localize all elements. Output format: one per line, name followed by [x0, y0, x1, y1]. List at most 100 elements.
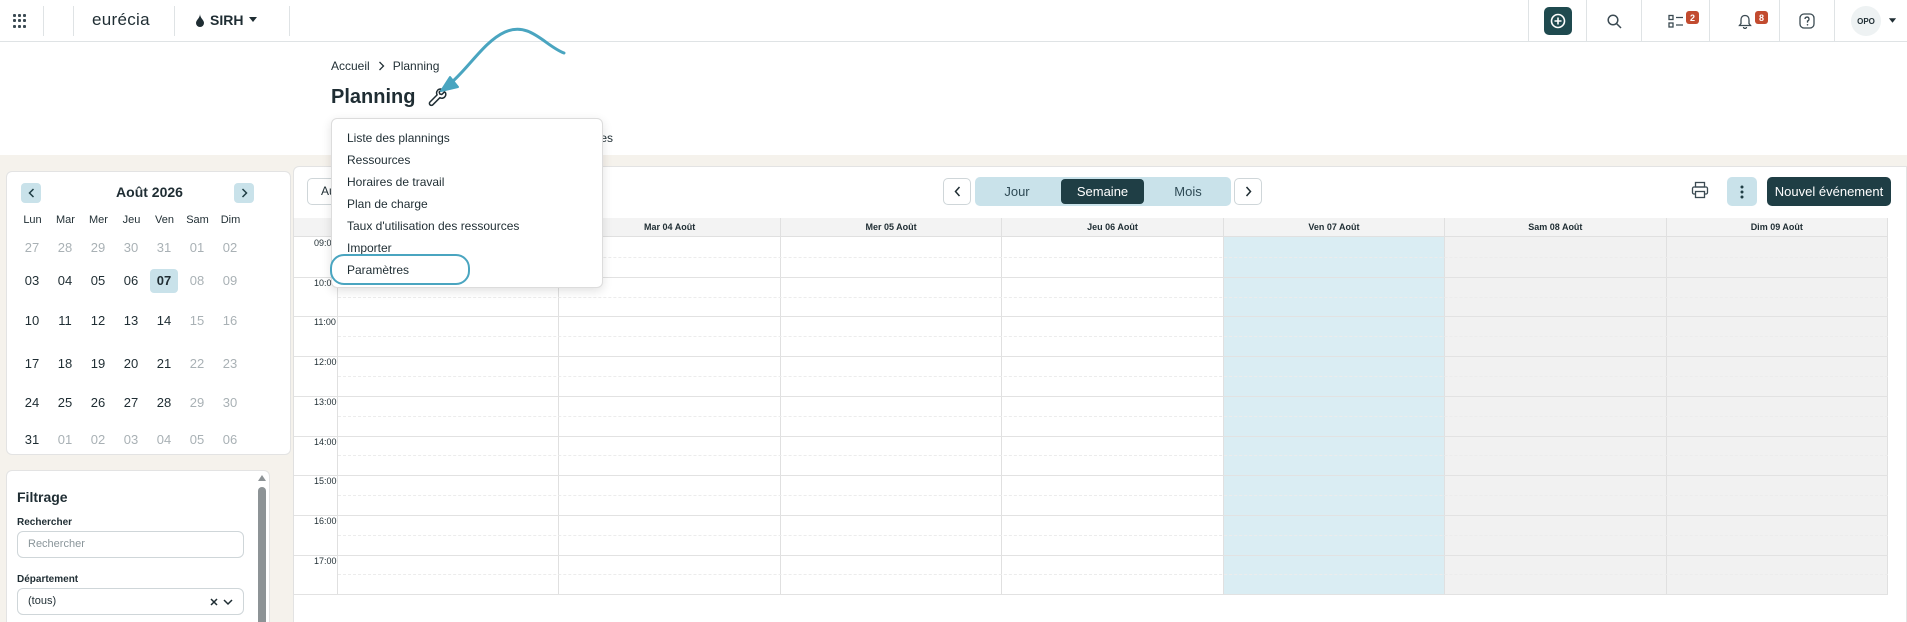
hour-label: 16:00 — [314, 515, 337, 526]
drop-icon — [196, 13, 204, 27]
mini-calendar-day[interactable]: 12 — [84, 309, 112, 333]
day-header: Jeu 06 Août — [1002, 218, 1224, 237]
eurecia-logo[interactable]: eurécia — [92, 10, 150, 30]
mini-calendar-day[interactable]: 26 — [84, 391, 112, 415]
mini-calendar-day[interactable]: 28 — [150, 391, 178, 415]
print-icon[interactable] — [1691, 181, 1709, 199]
prev-week-button[interactable] — [943, 178, 971, 205]
hour-line — [293, 514, 1888, 516]
half-hour-line — [338, 534, 1888, 536]
chevron-down-icon — [223, 599, 233, 606]
mini-calendar-day[interactable]: 03 — [117, 428, 145, 452]
search-input[interactable]: Rechercher — [17, 531, 244, 558]
view-month-button[interactable]: Mois — [1147, 179, 1229, 204]
mini-calendar-day[interactable]: 21 — [150, 352, 178, 376]
mini-calendar-day[interactable]: 29 — [183, 391, 211, 415]
mini-calendar-day[interactable]: 03 — [18, 269, 46, 293]
mini-calendar-day[interactable]: 04 — [51, 269, 79, 293]
mini-calendar-day[interactable]: 14 — [150, 309, 178, 333]
mini-calendar-day[interactable]: 29 — [84, 236, 112, 260]
plus-circle-icon — [1550, 13, 1565, 29]
clear-icon[interactable] — [210, 598, 218, 606]
mini-calendar-weekday: Mar — [56, 214, 75, 226]
mini-calendar-day[interactable]: 28 — [51, 236, 79, 260]
mini-calendar-day[interactable]: 30 — [216, 391, 244, 415]
mini-calendar-day-selected[interactable]: 07 — [150, 269, 178, 293]
apps-grid-icon[interactable] — [13, 14, 27, 28]
mini-calendar-day[interactable]: 16 — [216, 309, 244, 333]
mini-calendar-day[interactable]: 02 — [84, 428, 112, 452]
mini-calendar-day[interactable]: 10 — [18, 309, 46, 333]
mini-calendar-day[interactable]: 25 — [51, 391, 79, 415]
mini-calendar-day[interactable]: 11 — [51, 309, 79, 333]
bell-icon — [1737, 14, 1752, 29]
create-button[interactable] — [1543, 7, 1572, 35]
mini-calendar-weekday: Jeu — [122, 214, 141, 226]
department-select[interactable]: (tous) — [17, 588, 244, 615]
mini-calendar-day[interactable]: 02 — [216, 236, 244, 260]
mini-calendar-day[interactable]: 31 — [150, 236, 178, 260]
search-icon — [1606, 13, 1622, 29]
breadcrumb-home-link[interactable]: Accueil — [331, 59, 370, 73]
view-day-button[interactable]: Jour — [977, 179, 1057, 204]
help-button[interactable] — [1779, 0, 1834, 42]
mini-calendar-day[interactable]: 09 — [216, 269, 244, 293]
mini-calendar-day[interactable]: 18 — [51, 352, 79, 376]
search-button[interactable] — [1586, 0, 1641, 42]
hour-label: 13:00 — [314, 396, 337, 407]
hour-label: 15:00 — [314, 476, 337, 487]
mini-calendar-day[interactable]: 05 — [84, 269, 112, 293]
menu-item-resources[interactable]: Ressources — [332, 149, 602, 171]
grid-border — [293, 218, 294, 594]
user-menu[interactable]: OPO — [1834, 0, 1907, 42]
mini-calendar-day[interactable]: 15 — [183, 309, 211, 333]
mini-calendar-day[interactable]: 23 — [216, 352, 244, 376]
menu-item-resource-utilization[interactable]: Taux d'utilisation des ressources — [332, 215, 602, 237]
mini-calendar-day[interactable]: 19 — [84, 352, 112, 376]
mini-calendar-day[interactable]: 04 — [150, 428, 178, 452]
mini-calendar-day[interactable]: 27 — [18, 236, 46, 260]
filter-scroll-thumb[interactable] — [258, 487, 266, 622]
notifications-button[interactable]: 8 — [1709, 0, 1779, 42]
mini-calendar-day[interactable]: 22 — [183, 352, 211, 376]
menu-item-workload-plan[interactable]: Plan de charge — [332, 193, 602, 215]
mini-calendar-day[interactable]: 01 — [183, 236, 211, 260]
next-week-button[interactable] — [1234, 178, 1262, 205]
notifications-badge: 8 — [1755, 11, 1768, 24]
mini-calendar-day[interactable]: 08 — [183, 269, 211, 293]
half-hour-line — [338, 415, 1888, 417]
menu-item-work-schedules[interactable]: Horaires de travail — [332, 171, 602, 193]
scroll-up-icon[interactable] — [258, 475, 266, 481]
mini-calendar-day[interactable]: 13 — [117, 309, 145, 333]
mini-calendar-day[interactable]: 17 — [18, 352, 46, 376]
hour-label: 11:00 — [314, 317, 336, 328]
mini-calendar-day[interactable]: 06 — [117, 269, 145, 293]
mini-calendar: Août 2026 Lun Mar Mer Jeu Ven Sam Dim 27 28 29 30… — [6, 171, 291, 455]
chevron-right-icon — [241, 188, 248, 198]
chevron-right-icon — [1245, 186, 1252, 197]
divider — [43, 6, 44, 36]
mini-calendar-day[interactable]: 30 — [117, 236, 145, 260]
mini-calendar-day[interactable]: 01 — [51, 428, 79, 452]
mini-calendar-day[interactable]: 27 — [117, 391, 145, 415]
mini-calendar-day[interactable]: 06 — [216, 428, 244, 452]
tasks-button[interactable]: 2 — [1641, 0, 1709, 42]
menu-item-plannings-list[interactable]: Liste des plannings — [332, 127, 602, 149]
app-switcher[interactable]: SIRH — [195, 12, 258, 28]
divider — [174, 6, 175, 36]
day-header: Mer 05 Août — [780, 218, 1003, 237]
mini-calendar-day[interactable]: 24 — [18, 391, 46, 415]
day-header: Dim 09 Août — [1666, 218, 1888, 237]
chevron-left-icon — [953, 186, 960, 197]
half-hour-line — [338, 296, 1888, 298]
view-week-button[interactable]: Semaine — [1061, 179, 1144, 204]
chevron-right-icon — [378, 61, 385, 71]
search-label: Rechercher — [17, 517, 73, 528]
mini-calendar-day[interactable]: 20 — [117, 352, 145, 376]
new-event-button[interactable]: Nouvel événement — [1767, 177, 1891, 206]
mini-calendar-day[interactable]: 05 — [183, 428, 211, 452]
more-options-button[interactable] — [1727, 177, 1757, 206]
next-month-button[interactable] — [234, 183, 254, 203]
mini-calendar-day[interactable]: 31 — [18, 428, 46, 452]
half-hour-line — [338, 375, 1888, 377]
